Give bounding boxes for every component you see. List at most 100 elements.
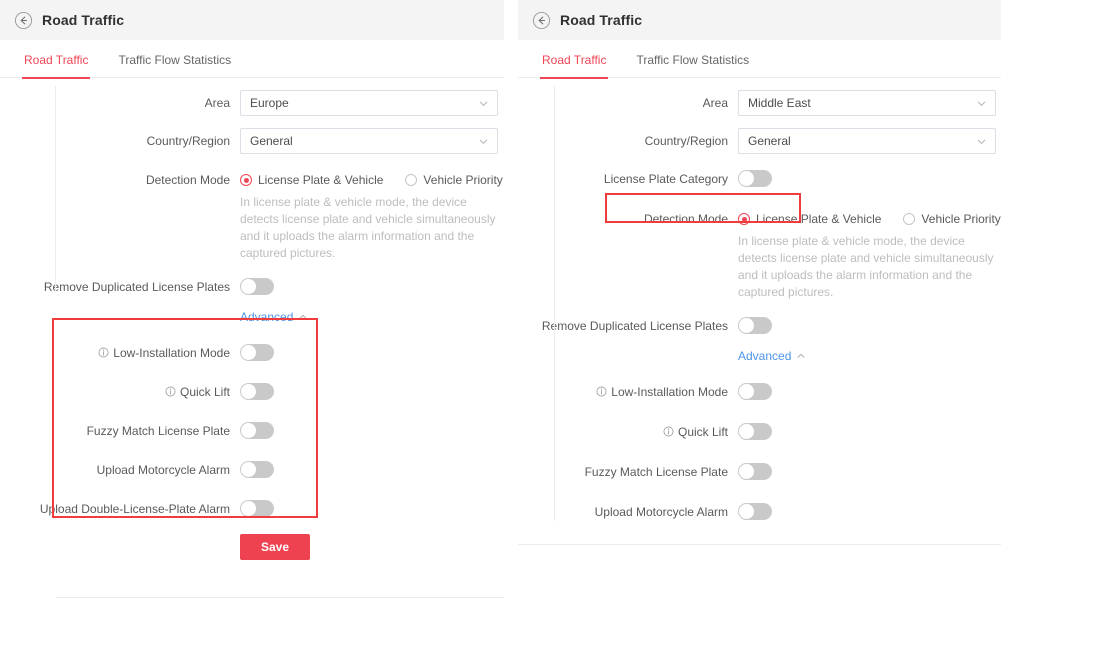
radio-vehicle-priority[interactable]: Vehicle Priority [903,212,1000,226]
field-row-upload-motorcycle-alarm: Upload Motorcycle Alarm [518,499,1001,525]
upload-double-license-plate-alarm-toggle[interactable] [240,500,274,517]
field-row-fuzzy-match-license-plate: Fuzzy Match License Plate [518,459,1001,485]
tab-road-traffic[interactable]: Road Traffic [542,40,606,78]
upload-motorcycle-alarm-toggle[interactable] [240,461,274,478]
low-installation-mode-toggle[interactable] [240,344,274,361]
area-select[interactable]: Europe [240,90,498,116]
quick-lift-toggle[interactable] [738,423,772,440]
remove-duplicated-toggle[interactable] [738,317,772,334]
tab-road-traffic[interactable]: Road Traffic [24,40,88,78]
fuzzy-match-license-plate-toggle[interactable] [738,463,772,480]
info-circle-icon[interactable] [165,386,176,397]
field-row-country: Country/Region General [0,128,504,154]
upload-double-license-plate-alarm-label: Upload Double-License-Plate Alarm [0,496,240,522]
field-row-fuzzy-match-license-plate: Fuzzy Match License Plate [0,418,504,444]
panel-header: Road Traffic [0,0,504,40]
detection-mode-radio-group: License Plate & Vehicle Vehicle Priority [738,206,1023,232]
field-row-remove-duplicated: Remove Duplicated License Plates [0,274,504,300]
upload-motorcycle-alarm-field [738,499,772,520]
fuzzy-match-license-plate-field [240,418,274,439]
low-installation-mode-toggle[interactable] [738,383,772,400]
field-row-quick-lift: Quick Lift [518,419,1001,445]
remove-duplicated-field [738,313,772,334]
field-row-license-plate-category: License Plate Category [518,166,1001,192]
field-row-remove-duplicated: Remove Duplicated License Plates [518,313,1001,339]
quick-lift-label: Quick Lift [0,379,240,405]
info-circle-icon[interactable] [98,347,109,358]
low-installation-mode-label: Low-Installation Mode [0,340,240,366]
area-select[interactable]: Middle East [738,90,996,116]
page-title: Road Traffic [42,12,124,28]
form-left-rule [554,86,555,521]
toggle-knob [241,423,256,438]
chevron-down-icon [478,136,489,147]
field-row-country: Country/Region General [518,128,1001,154]
radio-dot-icon [405,174,417,186]
toggle-knob [241,384,256,399]
country-field: General [240,128,498,154]
area-field: Middle East [738,90,996,116]
upload-motorcycle-alarm-label: Upload Motorcycle Alarm [518,499,738,525]
radio-vehicle-priority[interactable]: Vehicle Priority [405,173,502,187]
chevron-up-icon [796,351,806,361]
quick-lift-field [738,419,772,440]
detection-mode-field: License Plate & Vehicle Vehicle Priority… [240,167,525,262]
form-bottom-rule [56,597,504,598]
info-circle-icon[interactable] [663,426,674,437]
country-field: General [738,128,996,154]
advanced-link[interactable]: Advanced [240,310,308,324]
advanced-toggle-row: Advanced [0,310,504,324]
radio-license-plate-and-vehicle[interactable]: License Plate & Vehicle [240,173,383,187]
field-row-low-installation-mode: Low-Installation Mode [518,379,1001,405]
radio-label: Vehicle Priority [921,212,1000,226]
form-left-rule [55,86,56,293]
remove-duplicated-toggle[interactable] [240,278,274,295]
radio-dot-icon [240,174,252,186]
radio-license-plate-and-vehicle[interactable]: License Plate & Vehicle [738,212,881,226]
country-label: Country/Region [518,128,738,154]
radio-label: License Plate & Vehicle [756,212,881,226]
detection-mode-radio-group: License Plate & Vehicle Vehicle Priority [240,167,525,193]
back-circle-arrow-icon[interactable] [532,11,551,30]
detection-mode-label: Detection Mode [518,206,738,232]
radio-label: License Plate & Vehicle [258,173,383,187]
settings-form: Area Europe Country/Region General [0,78,504,560]
back-circle-arrow-icon[interactable] [14,11,33,30]
page-title: Road Traffic [560,12,642,28]
country-value: General [250,134,478,148]
area-field: Europe [240,90,498,116]
save-button[interactable]: Save [240,534,310,560]
tab-bar: Road Traffic Traffic Flow Statistics [0,40,504,78]
field-row-low-installation-mode: Low-Installation Mode [0,340,504,366]
area-label: Area [0,90,240,116]
country-value: General [748,134,976,148]
quick-lift-toggle[interactable] [240,383,274,400]
toggle-knob [241,462,256,477]
country-select[interactable]: General [240,128,498,154]
road-traffic-panel-right: Road Traffic Road Traffic Traffic Flow S… [518,0,1001,539]
advanced-label: Advanced [738,349,791,363]
upload-motorcycle-alarm-toggle[interactable] [738,503,772,520]
upload-motorcycle-alarm-label: Upload Motorcycle Alarm [0,457,240,483]
field-row-area: Area Middle East [518,90,1001,116]
tab-traffic-flow-statistics[interactable]: Traffic Flow Statistics [118,40,231,78]
info-circle-icon[interactable] [596,386,607,397]
quick-lift-field [240,379,274,400]
toggle-knob [241,345,256,360]
field-row-upload-motorcycle-alarm: Upload Motorcycle Alarm [0,457,504,483]
remove-duplicated-label: Remove Duplicated License Plates [0,274,240,300]
chevron-up-icon [298,312,308,322]
panel-header: Road Traffic [518,0,1001,40]
advanced-link[interactable]: Advanced [738,349,806,363]
area-value: Middle East [748,96,976,110]
toggle-knob [739,171,754,186]
license-plate-category-toggle[interactable] [738,170,772,187]
chevron-down-icon [976,98,987,109]
remove-duplicated-field [240,274,274,295]
fuzzy-match-license-plate-field [738,459,772,480]
fuzzy-match-license-plate-toggle[interactable] [240,422,274,439]
country-select[interactable]: General [738,128,996,154]
low-installation-mode-label: Low-Installation Mode [518,379,738,405]
tab-traffic-flow-statistics[interactable]: Traffic Flow Statistics [636,40,749,78]
low-installation-mode-field [240,340,274,361]
